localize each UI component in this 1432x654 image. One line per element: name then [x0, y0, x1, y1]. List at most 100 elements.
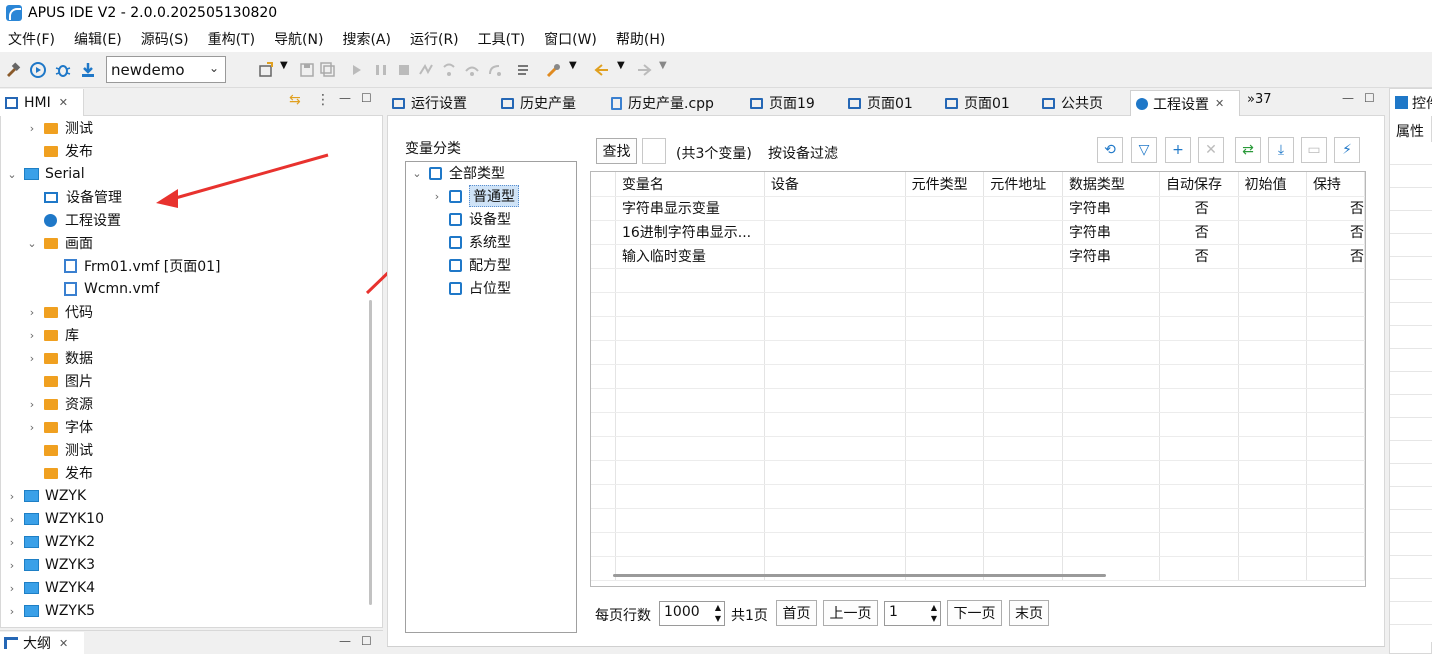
- chevron-down-icon[interactable]: ⌄: [26, 237, 38, 250]
- chevron-right-icon[interactable]: ›: [26, 352, 38, 365]
- chevron-right-icon[interactable]: ›: [6, 490, 18, 503]
- table-cell[interactable]: [983, 220, 1063, 245]
- table-cell[interactable]: [1306, 556, 1365, 581]
- tab-history-output-cpp[interactable]: 历史产量.cpp: [611, 90, 714, 116]
- tree-item[interactable]: 发布: [26, 462, 93, 484]
- tree-item[interactable]: › 测试: [26, 117, 93, 139]
- rows-per-page-spinner[interactable]: 1000 ▲ ▼: [659, 601, 725, 626]
- tree-item[interactable]: › 资源: [26, 393, 93, 415]
- tree-item[interactable]: 设备管理: [26, 186, 122, 208]
- column-header[interactable]: 数据类型: [1062, 172, 1160, 197]
- table-cell[interactable]: [1159, 460, 1239, 485]
- table-cell[interactable]: 字符串: [1062, 196, 1160, 221]
- menu-navigate[interactable]: 导航(N): [274, 29, 323, 49]
- tree-item[interactable]: › WZYK: [6, 485, 86, 507]
- table-cell[interactable]: [615, 460, 765, 485]
- table-cell[interactable]: [1062, 292, 1160, 317]
- table-cell[interactable]: [1306, 268, 1365, 293]
- table-cell[interactable]: [1238, 532, 1307, 557]
- device-filter-label[interactable]: 按设备过滤: [768, 143, 838, 163]
- column-header[interactable]: 设备: [764, 172, 906, 197]
- tree-item[interactable]: ⌄ 画面: [26, 232, 93, 254]
- table-cell[interactable]: [1159, 556, 1239, 581]
- minimize-icon[interactable]: —: [1342, 91, 1354, 105]
- refresh-icon[interactable]: ⟲: [1097, 137, 1123, 163]
- table-cell[interactable]: [1159, 292, 1239, 317]
- table-cell[interactable]: [1062, 412, 1160, 437]
- menu-edit[interactable]: 编辑(E): [74, 29, 122, 49]
- table-cell[interactable]: [1159, 388, 1239, 413]
- table-cell[interactable]: [1159, 268, 1239, 293]
- resume-icon[interactable]: [349, 62, 365, 78]
- close-icon[interactable]: ✕: [1215, 97, 1224, 110]
- tools-icon[interactable]: [546, 62, 562, 78]
- chevron-down-icon[interactable]: ⌄: [6, 168, 18, 181]
- table-cell[interactable]: [764, 532, 906, 557]
- tree-item[interactable]: › 库: [26, 324, 79, 346]
- spinner-arrows-icon[interactable]: ▲ ▼: [931, 602, 937, 624]
- tree-item[interactable]: ⌄ Serial: [6, 163, 84, 185]
- table-cell[interactable]: [905, 484, 985, 509]
- tree-item[interactable]: › 代码: [26, 301, 93, 323]
- menu-file[interactable]: 文件(F): [8, 29, 55, 49]
- table-cell[interactable]: [1062, 364, 1160, 389]
- table-cell[interactable]: [905, 388, 985, 413]
- table-cell[interactable]: [1238, 508, 1307, 533]
- table-cell[interactable]: [764, 436, 906, 461]
- table-cell[interactable]: [1159, 364, 1239, 389]
- grid-horizontal-scrollbar[interactable]: [613, 574, 1106, 577]
- table-cell[interactable]: 否: [1159, 196, 1239, 221]
- project-combo[interactable]: newdemo ⌄: [106, 56, 226, 83]
- import-icon[interactable]: ⇄: [1235, 137, 1261, 163]
- table-cell[interactable]: [1062, 316, 1160, 341]
- table-cell[interactable]: [764, 388, 906, 413]
- chevron-right-icon[interactable]: ›: [6, 513, 18, 526]
- table-cell[interactable]: [905, 220, 985, 245]
- table-cell[interactable]: [983, 388, 1063, 413]
- category-item[interactable]: 配方型: [431, 254, 511, 276]
- table-cell[interactable]: [983, 412, 1063, 437]
- table-cell[interactable]: [1238, 460, 1307, 485]
- table-cell[interactable]: [764, 364, 906, 389]
- chevron-right-icon[interactable]: ›: [26, 122, 38, 135]
- category-item[interactable]: ⌄ 全部类型: [411, 162, 505, 184]
- menu-run[interactable]: 运行(R): [410, 29, 459, 49]
- save-all-icon[interactable]: [320, 62, 336, 78]
- table-cell[interactable]: [905, 436, 985, 461]
- table-cell[interactable]: [615, 364, 765, 389]
- tree-item[interactable]: › 数据: [26, 347, 93, 369]
- tree-item[interactable]: Frm01.vmf [页面01]: [46, 255, 221, 277]
- category-item[interactable]: 占位型: [431, 277, 511, 299]
- column-header[interactable]: 元件类型: [905, 172, 985, 197]
- table-cell[interactable]: [1306, 532, 1365, 557]
- step-over-icon[interactable]: [464, 62, 480, 78]
- next-page-button[interactable]: 下一页: [947, 600, 1002, 626]
- table-cell[interactable]: [615, 292, 765, 317]
- table-cell[interactable]: [983, 244, 1063, 269]
- table-cell[interactable]: [905, 532, 985, 557]
- page-spinner[interactable]: 1 ▲ ▼: [884, 601, 941, 626]
- table-cell[interactable]: [983, 340, 1063, 365]
- table-cell[interactable]: [764, 484, 906, 509]
- table-cell[interactable]: [983, 508, 1063, 533]
- column-header[interactable]: 保持: [1306, 172, 1365, 197]
- table-cell[interactable]: [615, 268, 765, 293]
- tab-project-settings[interactable]: 工程设置 ✕: [1130, 90, 1240, 116]
- prev-page-button[interactable]: 上一页: [823, 600, 878, 626]
- table-cell[interactable]: [905, 292, 985, 317]
- table-cell[interactable]: [764, 508, 906, 533]
- table-cell[interactable]: [983, 268, 1063, 293]
- table-cell[interactable]: [983, 532, 1063, 557]
- table-cell[interactable]: 字符串显示变量: [615, 196, 765, 221]
- control-tab[interactable]: 控件: [1390, 89, 1432, 116]
- stop-icon[interactable]: [396, 62, 412, 78]
- chevron-right-icon[interactable]: ›: [26, 398, 38, 411]
- table-cell[interactable]: [1159, 508, 1239, 533]
- table-cell[interactable]: [1238, 484, 1307, 509]
- table-cell[interactable]: [983, 436, 1063, 461]
- forward-dropdown-icon[interactable]: ▼: [659, 60, 667, 71]
- hmi-tab[interactable]: HMI ✕: [0, 89, 84, 116]
- table-cell[interactable]: [615, 340, 765, 365]
- table-cell[interactable]: [1306, 292, 1365, 317]
- menu-help[interactable]: 帮助(H): [616, 29, 665, 49]
